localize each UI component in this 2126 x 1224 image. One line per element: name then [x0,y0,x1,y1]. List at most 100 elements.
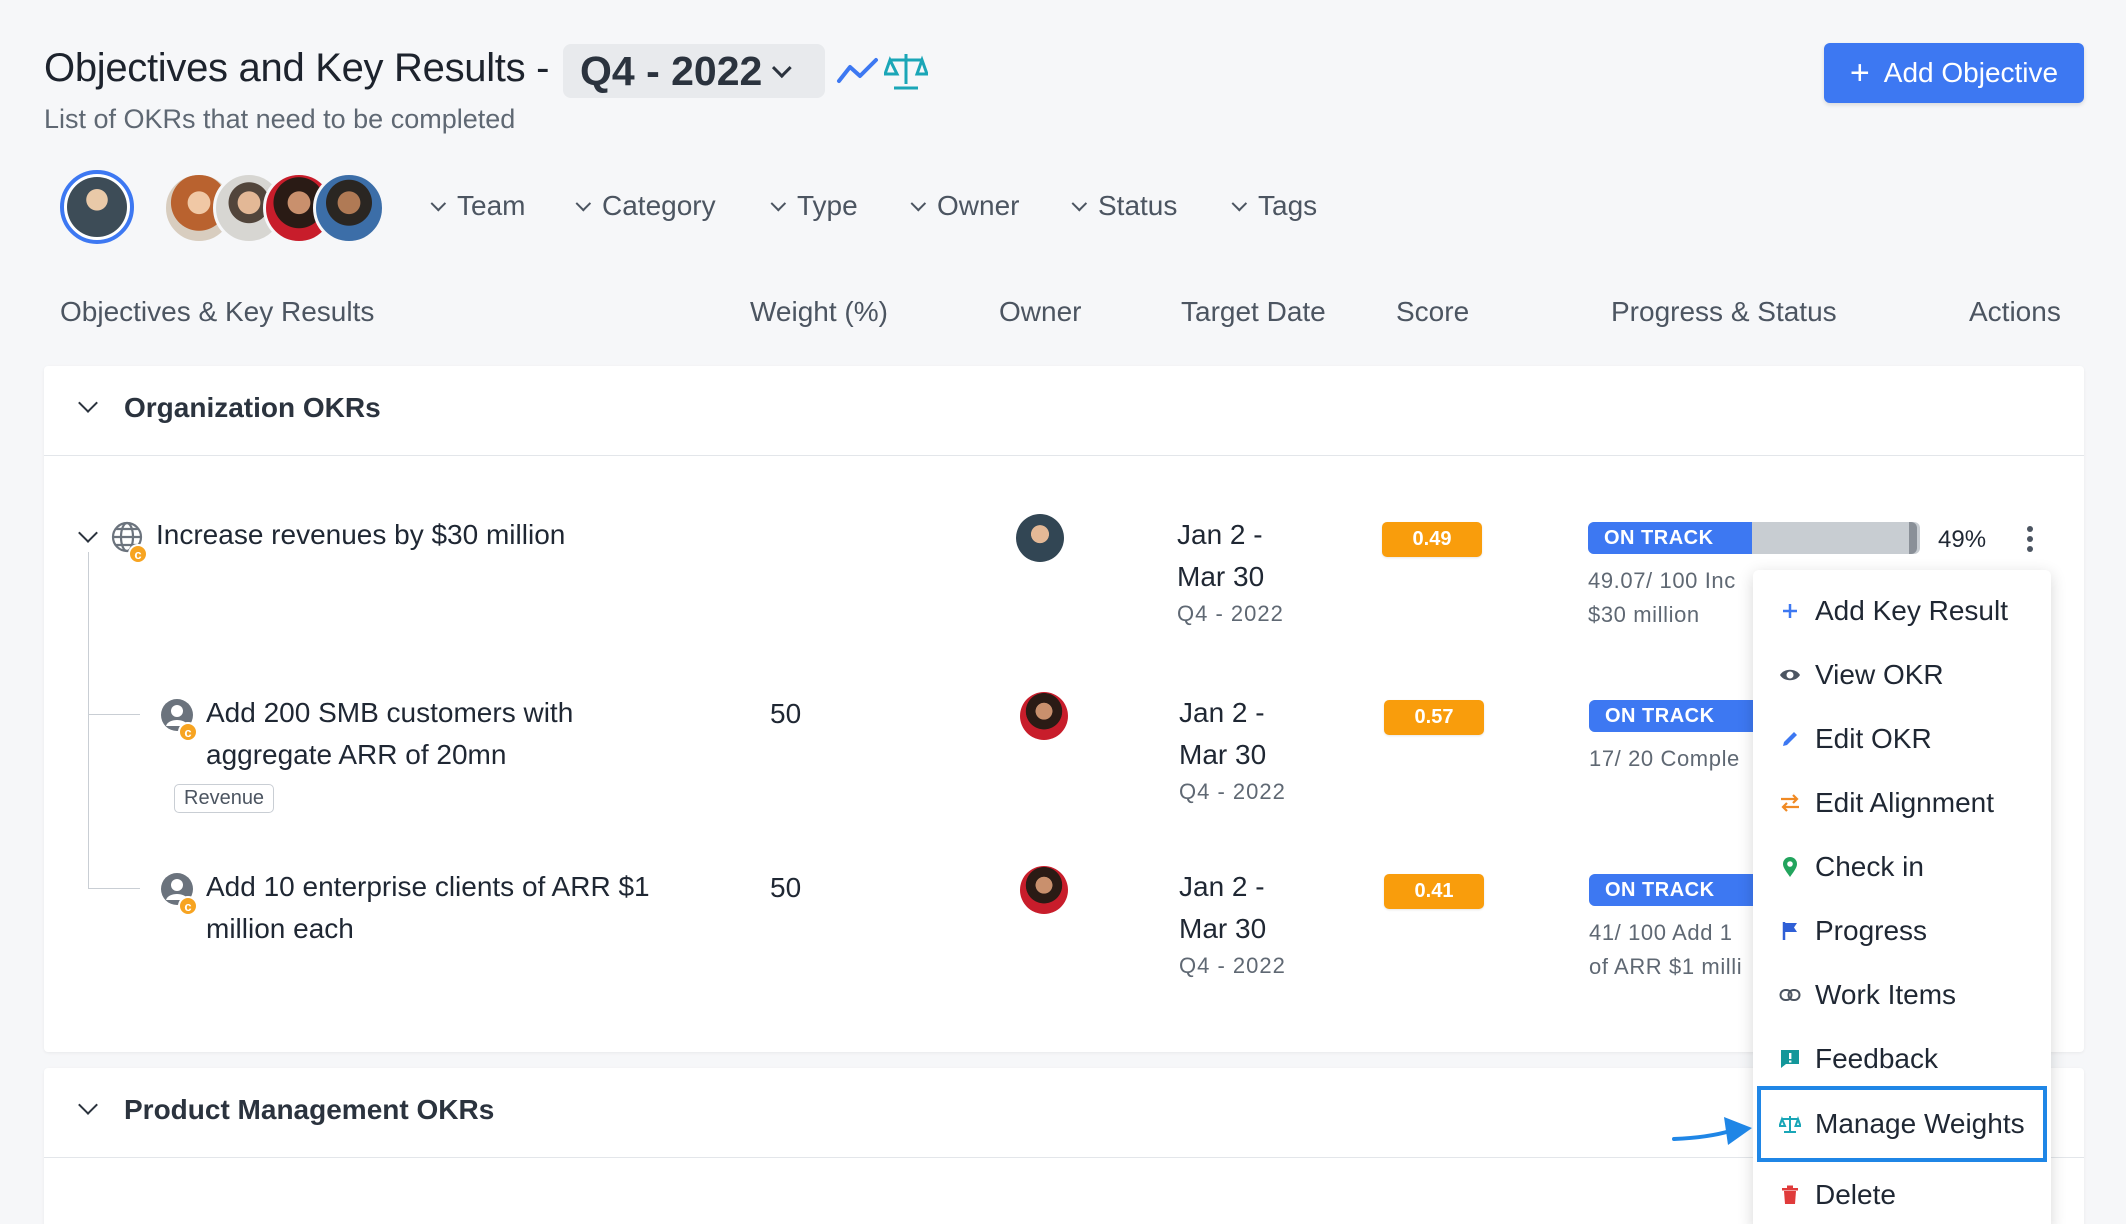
chevron-down-icon [910,195,927,211]
scale-icon [1779,1113,1801,1135]
menu-item-work-items[interactable]: Work Items [1753,964,2051,1026]
scale-icon[interactable] [884,50,928,92]
feedback-icon [1779,1048,1801,1070]
swap-arrows-icon [1779,792,1801,814]
menu-item-view-okr[interactable]: View OKR [1753,644,2051,706]
filter-label: Status [1098,190,1178,221]
trend-icon[interactable] [836,56,880,86]
pencil-icon [1779,728,1801,750]
chevron-down-icon [430,195,447,211]
menu-item-add-key-result[interactable]: Add Key Result [1753,580,2051,642]
filter-status[interactable]: Status [1071,190,1177,222]
plus-icon [1779,600,1801,622]
filter-label: Team [457,190,526,221]
column-header-score: Score [1396,296,1470,327]
key-result-title-line: Add 200 SMB customers with [206,697,574,728]
weight-value: 50 [770,698,802,729]
key-result-title[interactable]: Add 200 SMB customers with aggregate ARR… [206,692,573,776]
status-badge: ON TRACK [1589,874,1753,906]
page-title: Objectives and Key Results - [44,46,550,90]
progress-note: 41/ 100 Add 1 [1589,920,1733,945]
column-header-weight: Weight (%) [750,296,888,327]
add-objective-label: Add Objective [1883,57,2059,88]
filter-category[interactable]: Category [575,190,716,222]
menu-item-progress[interactable]: Progress [1753,900,2051,962]
date-range-start: Jan 2 - [1179,697,1265,728]
avatar[interactable] [313,172,385,244]
tree-connector [88,888,140,889]
menu-item-check-in[interactable]: Check in [1753,836,2051,898]
owner-avatar[interactable] [1020,866,1068,914]
column-header-progress: Progress & Status [1611,296,1837,327]
flag-icon [1779,920,1801,942]
tag-chip[interactable]: Revenue [174,784,275,813]
menu-item-label: Edit OKR [1815,723,1932,754]
trash-icon [1779,1184,1801,1206]
chevron-down-icon [770,195,787,211]
category-badge-icon: c [178,722,198,742]
score-badge[interactable]: 0.49 [1382,522,1482,557]
progress-bar-handle [1909,522,1917,554]
menu-item-label: Check in [1815,851,1924,882]
key-result-title[interactable]: Add 10 enterprise clients of ARR $1 mill… [206,866,650,950]
plus-icon: + [1849,53,1870,92]
more-actions-icon[interactable] [2027,526,2035,556]
current-user-avatar[interactable] [60,170,134,244]
menu-item-edit-alignment[interactable]: Edit Alignment [1753,772,2051,834]
arrow-pointer-icon [1672,1117,1752,1145]
filter-type[interactable]: Type [770,190,858,222]
chevron-down-icon[interactable] [78,393,98,413]
key-result-title-line: aggregate ARR of 20mn [206,739,507,770]
progress-bar[interactable]: ON TRACK [1588,522,1920,554]
menu-item-label: Edit Alignment [1815,787,1994,818]
date-range-end: Mar 30 [1177,561,1265,592]
actions-menu: Add Key Result View OKR Edit OKR Edit Al… [1753,570,2051,1224]
score-badge[interactable]: 0.57 [1384,700,1484,735]
filter-owner[interactable]: Owner [910,190,1019,222]
chevron-down-icon [1231,195,1248,211]
objective-title[interactable]: Increase revenues by $30 million [156,514,565,556]
owner-avatar[interactable] [1016,514,1064,562]
menu-item-manage-weights[interactable]: Manage Weights [1757,1086,2047,1162]
owner-avatar[interactable] [1020,692,1068,740]
category-badge-icon: c [178,896,198,916]
quarter-label: Q4 - 2022 [1179,779,1286,804]
quarter-label: Q4 - 2022 [1177,601,1284,626]
section-header[interactable]: Organization OKRs [44,366,2084,456]
progress-note: of ARR $1 milli [1589,954,1743,979]
date-range-start: Jan 2 - [1177,519,1263,550]
filter-team[interactable]: Team [430,190,525,222]
progress-bar[interactable]: ON TRACK [1589,700,1759,732]
progress-note: 49.07/ 100 Inc [1588,568,1736,593]
menu-item-edit-okr[interactable]: Edit OKR [1753,708,2051,770]
column-header-actions: Actions [1969,296,2061,327]
date-range-end: Mar 30 [1179,739,1267,770]
period-selector[interactable]: Q4 - 2022 [563,44,825,98]
add-objective-button[interactable]: + Add Objective [1824,43,2084,103]
filter-label: Category [602,190,716,221]
eye-icon [1779,664,1801,686]
weight-value: 50 [770,872,802,903]
target-date: Jan 2 - Mar 30 Q4 - 2022 [1177,514,1284,630]
link-icon [1779,984,1801,1006]
column-header-owner: Owner [999,296,1082,327]
column-header-target-date: Target Date [1181,296,1326,327]
chevron-down-icon[interactable] [78,1095,98,1115]
menu-item-delete[interactable]: Delete [1753,1164,2051,1224]
filter-tags[interactable]: Tags [1231,190,1317,222]
menu-item-label: Feedback [1815,1043,1938,1074]
status-badge: ON TRACK [1588,522,1752,554]
score-badge[interactable]: 0.41 [1384,874,1484,909]
date-range-start: Jan 2 - [1179,871,1265,902]
menu-item-feedback[interactable]: Feedback [1753,1028,2051,1090]
progress-percent: 49% [1938,526,1987,553]
filter-label: Type [797,190,858,221]
menu-item-label: Manage Weights [1815,1108,2025,1139]
menu-item-label: Add Key Result [1815,595,2008,626]
map-pin-icon [1779,856,1801,878]
chevron-down-icon [1071,195,1088,211]
key-result-title-line: Add 10 enterprise clients of ARR $1 [206,871,650,902]
page-subtitle: List of OKRs that need to be completed [44,104,516,134]
tree-connector [88,552,89,888]
progress-bar[interactable]: ON TRACK [1589,874,1759,906]
